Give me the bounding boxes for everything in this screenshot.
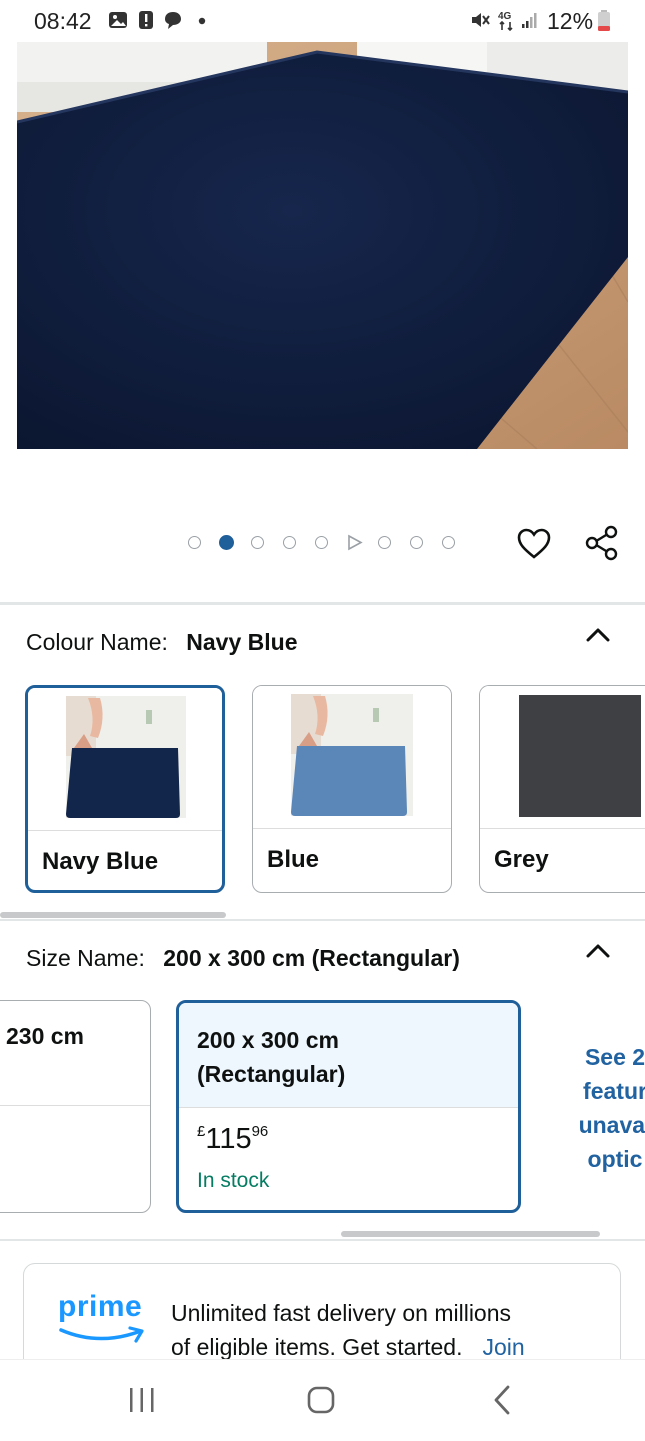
chevron-up-icon[interactable] — [584, 624, 612, 646]
carousel-dot-active[interactable] — [219, 535, 234, 550]
swatch-thumbnail — [253, 686, 451, 829]
colour-option-label: Grey — [494, 846, 549, 873]
see-more-line1: See 2 — [584, 1044, 645, 1070]
price-whole: 115 — [205, 1123, 252, 1155]
section-divider — [0, 1239, 645, 1241]
size-selected-value: 200 x 300 cm (Rectangular) — [163, 945, 460, 971]
carousel-dot[interactable] — [188, 536, 201, 549]
colour-selected-value: Navy Blue — [186, 629, 298, 655]
colour-scroll-indicator[interactable] — [0, 912, 226, 918]
chevron-up-icon[interactable] — [584, 940, 612, 962]
prime-line2: of eligible items. Get started. — [171, 1334, 463, 1360]
image-icon — [109, 12, 127, 28]
see-more-line2: featur — [583, 1078, 645, 1104]
mute-icon — [472, 13, 490, 27]
colour-option-blue[interactable]: Blue — [252, 685, 452, 893]
swatch-thumbnail — [480, 686, 645, 829]
status-bar: 08:42 4G 12% — [0, 0, 645, 42]
swatch-thumbnail — [28, 688, 222, 831]
section-divider — [0, 919, 645, 921]
carousel-dot[interactable] — [378, 536, 391, 549]
size-option-title-line2: (Rectangular) — [197, 1061, 346, 1087]
carousel-dot[interactable] — [251, 536, 264, 549]
prime-logo: prime — [58, 1290, 148, 1350]
colour-option-label: Blue — [267, 846, 320, 873]
size-label-row: Size Name: 200 x 300 cm (Rectangular) — [26, 945, 460, 972]
prime-smile-icon — [59, 1326, 144, 1343]
carousel-video-indicator[interactable] — [346, 534, 363, 551]
size-option-title: 230 cm — [6, 1023, 85, 1049]
prime-join-link[interactable]: Join — [482, 1334, 524, 1360]
size-option-stock: In stock — [197, 1169, 270, 1192]
colour-label: Colour Name: — [26, 629, 168, 655]
carousel-dot[interactable] — [410, 536, 423, 549]
recent-apps-icon[interactable] — [127, 1386, 157, 1414]
see-more-line3: unavai — [578, 1112, 645, 1138]
colour-label-row: Colour Name: Navy Blue — [26, 629, 298, 656]
price-fraction: 96 — [251, 1123, 269, 1140]
network-icon: 4G — [498, 11, 513, 32]
carousel-dot[interactable] — [283, 536, 296, 549]
chat-icon — [165, 12, 181, 29]
size-option-200x300[interactable]: 200 x 300 cm (Rectangular) £11596 In sto… — [176, 1000, 521, 1213]
heart-icon[interactable] — [516, 526, 552, 562]
back-icon[interactable] — [490, 1384, 516, 1416]
battery-percent: 12% — [547, 8, 594, 34]
colour-option-grey[interactable]: Grey — [479, 685, 645, 893]
prime-line1: Unlimited fast delivery on millions — [171, 1300, 512, 1326]
signal-icon — [522, 13, 537, 28]
carousel-dot[interactable] — [315, 536, 328, 549]
see-unavailable-options-link[interactable]: See 2 featur unavai optic — [555, 1040, 645, 1176]
network-label: 4G — [498, 11, 512, 22]
size-option-card[interactable]: 230 cm k — [0, 1000, 151, 1213]
prime-logo-text: prime — [58, 1290, 143, 1323]
battery-icon — [598, 10, 610, 31]
share-icon[interactable] — [583, 524, 621, 562]
size-label: Size Name: — [26, 945, 145, 971]
status-time: 08:42 — [34, 8, 92, 34]
product-image[interactable] — [17, 42, 628, 449]
colour-option-navy-blue[interactable]: Navy Blue — [25, 685, 225, 893]
colour-option-label: Navy Blue — [42, 848, 159, 875]
carousel-dot[interactable] — [442, 536, 455, 549]
size-scroll-indicator[interactable] — [341, 1231, 600, 1237]
alert-icon — [139, 11, 153, 29]
dot-icon — [198, 17, 206, 25]
section-divider — [0, 602, 645, 605]
system-navigation-bar — [0, 1359, 645, 1441]
size-option-price: £11596 — [197, 1123, 268, 1156]
size-option-title-line1: 200 x 300 cm — [197, 1027, 339, 1053]
see-more-line4: optic — [587, 1146, 643, 1172]
home-icon[interactable] — [306, 1385, 336, 1415]
